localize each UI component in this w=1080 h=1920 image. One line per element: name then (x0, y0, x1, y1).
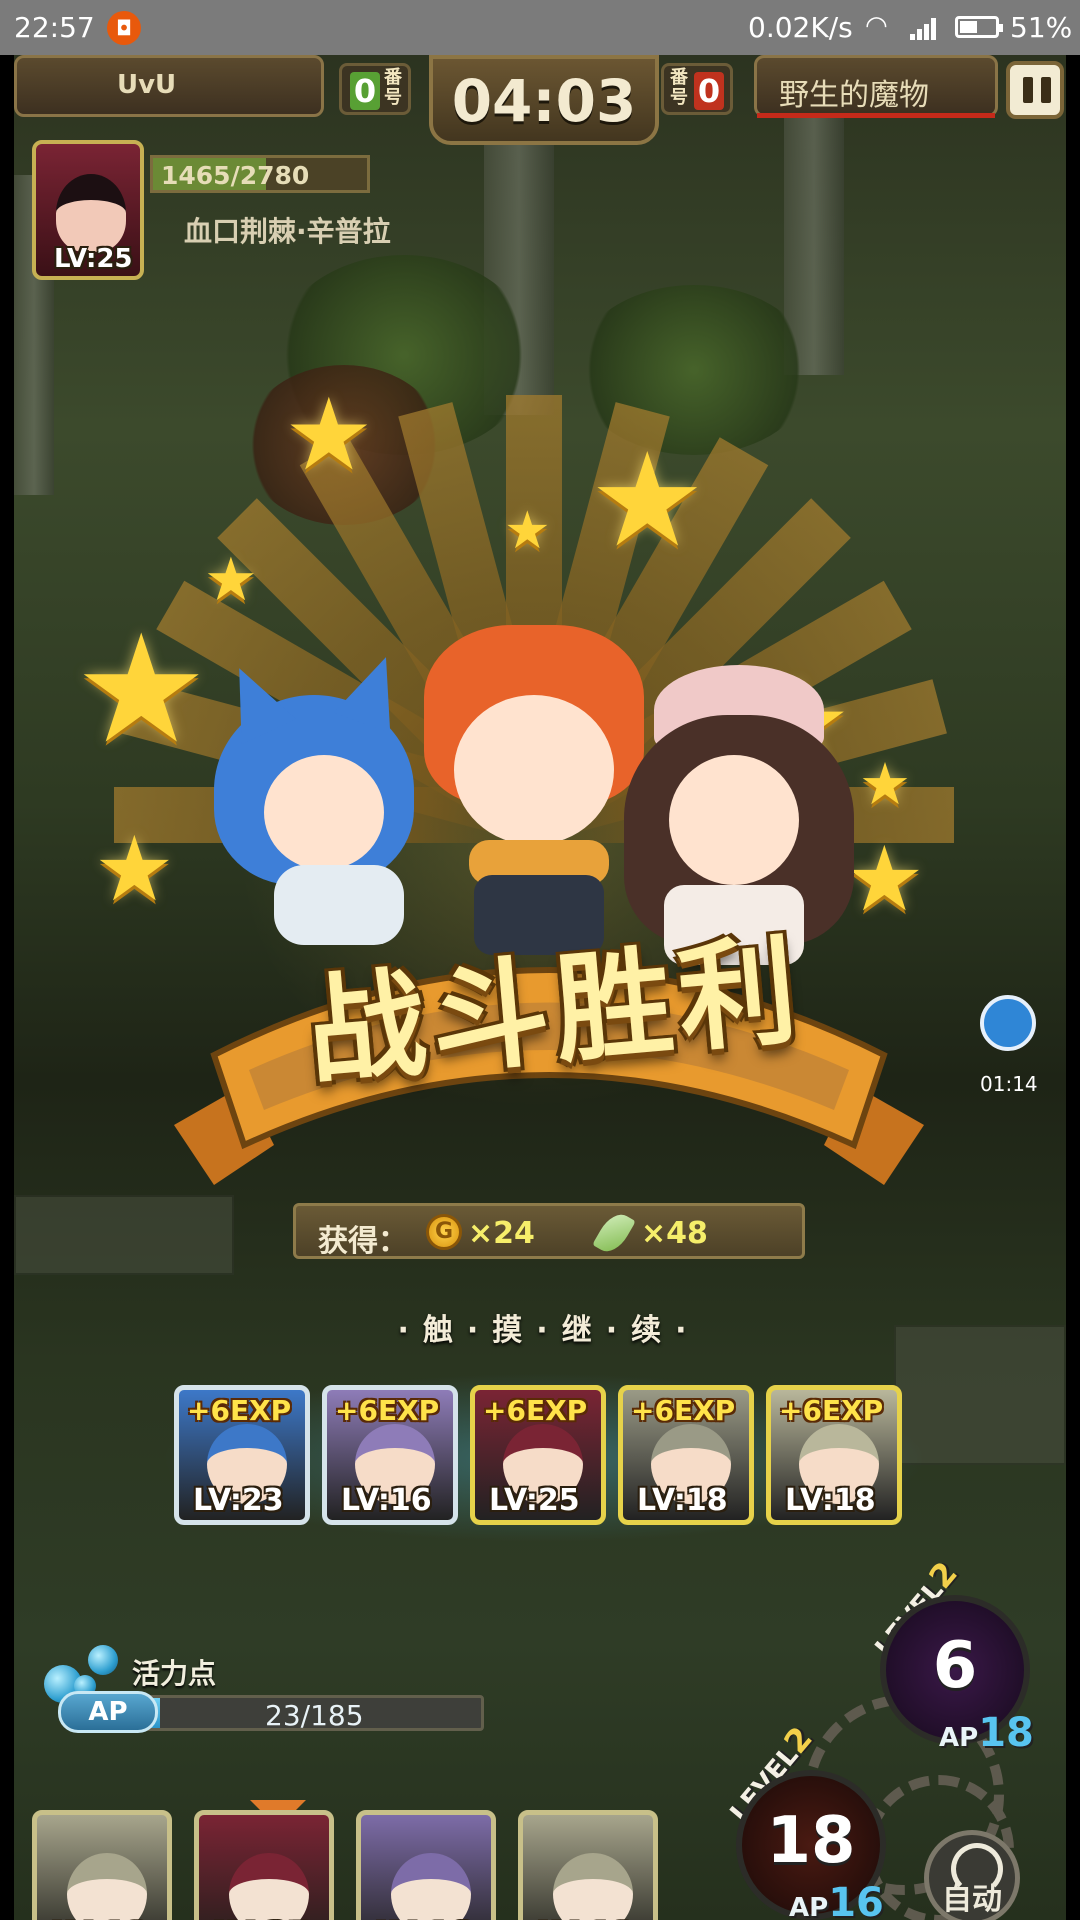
character-level: LV:25 (489, 1483, 580, 1518)
floor-tile (14, 1195, 234, 1275)
exp-card: +6EXP LV:18 (766, 1385, 902, 1525)
ap-label: 活力点 (132, 1657, 217, 1690)
battle-timer: 04:03 (429, 55, 659, 145)
character-level: LV:25 (213, 1915, 310, 1920)
character-face (67, 1853, 147, 1920)
exp-gain: +6EXP (187, 1394, 292, 1427)
hero-hp-bar: 1465/2780 (150, 155, 370, 193)
player-score-label: 番号 (384, 67, 402, 108)
player-score-value: 0 (350, 72, 380, 110)
ap-tag: AP (58, 1691, 158, 1733)
player-name-panel: UvU (14, 55, 324, 117)
exp-gain: +6EXP (631, 1394, 736, 1427)
character-level: LV:18 (51, 1915, 148, 1920)
ap-value: 23/185 (265, 1699, 364, 1732)
exp-cards: +6EXP LV:23 +6EXP LV:16 +6EXP LV:25 +6EXP LV:18… (174, 1385, 914, 1527)
team-portrait[interactable]: LV:25 (194, 1810, 334, 1920)
character-level: LV:16 (375, 1915, 472, 1920)
exp-gain: +6EXP (335, 1394, 440, 1427)
star-icon: ★ (859, 750, 911, 818)
exp-card: +6EXP LV:25 (470, 1385, 606, 1525)
app-notification-icon: ◘ (107, 11, 141, 45)
skill-top-count: 6 (932, 1629, 978, 1703)
exp-card: +6EXP LV:16 (322, 1385, 458, 1525)
enemy-hp-strip (757, 113, 995, 118)
status-bar: 22:57 ◘ 0.02K/s ◠ 51% (0, 0, 1080, 55)
feather-amount: ×48 (641, 1216, 708, 1251)
character-level: LV:18 (785, 1483, 876, 1518)
hero-face (56, 174, 126, 252)
hero-name: 血口荆棘·辛普拉 (184, 215, 391, 248)
character-level: LV:18 (637, 1483, 728, 1518)
screen-record-icon[interactable] (980, 995, 1036, 1051)
character-face (391, 1853, 471, 1920)
pause-icon (1023, 77, 1033, 103)
exp-card: +6EXP LV:18 (618, 1385, 754, 1525)
enemy-score: 番号 0 (661, 63, 733, 115)
coin-amount: ×24 (468, 1216, 535, 1251)
star-icon: ★ (74, 603, 209, 777)
rewards-bar: 获得： G ×24 ×48 (293, 1203, 805, 1259)
skill-bottom-count: 18 (766, 1804, 856, 1878)
character-level: LV:16 (341, 1483, 432, 1518)
star-icon: ★ (589, 424, 706, 576)
status-time: 22:57 (14, 11, 95, 44)
exp-card: +6EXP LV:23 (174, 1385, 310, 1525)
skill-top-ap: AP18 (939, 1710, 1034, 1756)
character-face (229, 1853, 309, 1920)
star-icon: ★ (504, 501, 551, 561)
star-icon: ★ (284, 376, 374, 493)
player-name: UvU (117, 70, 177, 100)
hero-level: LV:25 (54, 244, 133, 274)
team-portrait[interactable]: LV:18 (32, 1810, 172, 1920)
feather-icon (592, 1208, 636, 1258)
pause-icon-bar (1041, 77, 1051, 103)
wifi-icon: ◠ (865, 11, 888, 41)
pause-button[interactable] (1006, 61, 1064, 119)
character-face (553, 1853, 633, 1920)
rewards-label: 获得： (318, 1224, 408, 1259)
team-portrait[interactable]: LV:18 (518, 1810, 658, 1920)
gold-coin-icon: G (426, 1214, 462, 1250)
enemy-name: 野生的魔物 (779, 78, 929, 113)
ap-bar: 23/185 (112, 1695, 484, 1732)
signal-icon (910, 14, 940, 40)
hero-hp-text: 1465/2780 (161, 161, 310, 190)
character-level: LV:18 (537, 1915, 634, 1920)
battery-icon (955, 16, 1003, 38)
exp-gain: +6EXP (779, 1394, 884, 1427)
game-scene[interactable]: UvU 0 番号 04:03 番号 0 野生的魔物 LV:25 1465/278… (14, 55, 1066, 1920)
player-score: 0 番号 (339, 63, 411, 115)
battery-percent: 51% (1010, 11, 1073, 44)
auto-battle-button[interactable]: 自动 (924, 1830, 1020, 1920)
touch-to-continue[interactable]: ·触·摸·继·续· (334, 1305, 764, 1349)
enemy-score-label: 番号 (670, 67, 688, 108)
star-icon: ★ (204, 545, 258, 615)
enemy-score-value: 0 (694, 72, 724, 110)
network-speed: 0.02K/s (748, 11, 853, 44)
skill-bottom-ap: AP16 (789, 1880, 884, 1920)
team-portrait[interactable]: LV:16 (356, 1810, 496, 1920)
record-time: 01:14 (980, 1072, 1038, 1096)
enemy-name-panel: 野生的魔物 (754, 55, 998, 118)
exp-gain: +6EXP (483, 1394, 588, 1427)
character-level: LV:23 (193, 1483, 284, 1518)
hero-portrait[interactable]: LV:25 (32, 140, 144, 280)
